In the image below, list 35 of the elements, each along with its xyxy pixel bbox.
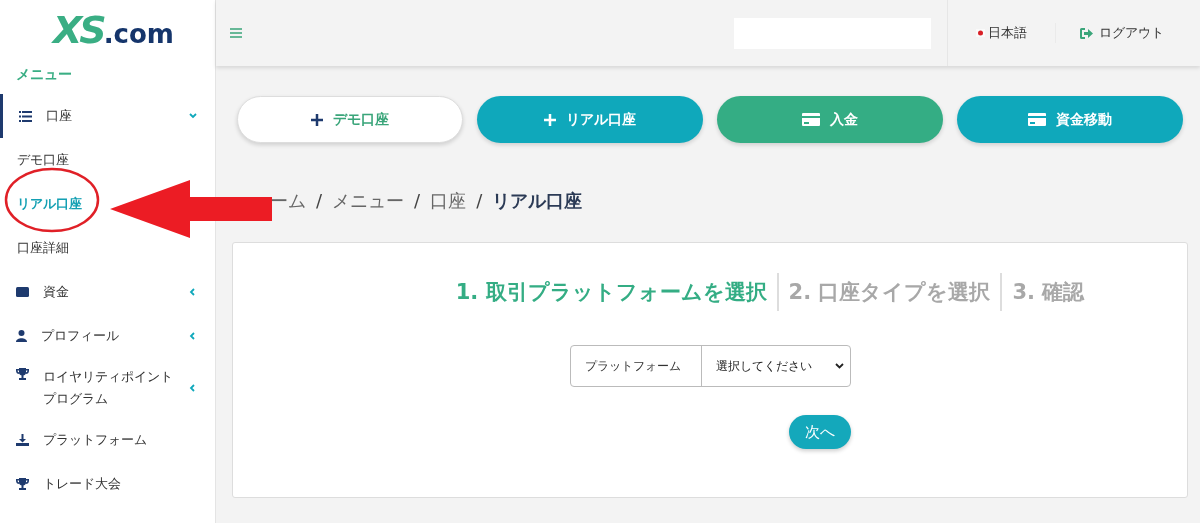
submenu-item[interactable]: デモ口座 [17,150,69,170]
breadcrumb-separator: / [476,189,483,213]
step-label: 2. 口座タイプを選択 [776,273,1001,311]
breadcrumb-link[interactable]: 口座 [430,187,467,214]
trophy-icon [16,368,29,380]
language-selector[interactable]: 日本語 [948,23,1055,43]
card-icon [1028,113,1046,126]
plus-icon [544,113,556,126]
sidebar-item[interactable]: ロイヤリティポイントプログラム [0,358,215,418]
logout-link[interactable]: ログアウト [1055,23,1200,43]
sidebar-item[interactable]: プラットフォーム [0,418,215,462]
sidebar-item[interactable]: 資金 [0,270,215,314]
logo[interactable]: XS.com [53,11,174,49]
download-icon [16,434,29,446]
step-label: 1. 取引プラットフォームを選択 [454,279,768,306]
menu-icon[interactable] [230,28,242,38]
user-icon [16,330,27,342]
plus-icon [311,113,323,126]
breadcrumb-separator: / [316,189,323,213]
sidebar-item[interactable]: プロフィール [0,314,215,358]
breadcrumb-link[interactable]: メニュー [332,187,405,214]
menu-heading: メニュー [15,65,73,84]
sign-out-icon [1080,27,1093,39]
card-icon [802,113,820,126]
breadcrumb-link[interactable]: ーム [270,187,306,214]
trophy-icon [16,478,29,490]
breadcrumb-current: リアル口座 [492,189,583,213]
sidebar-item[interactable]: 口座 [0,94,215,138]
breadcrumb-separator: / [414,189,421,213]
submenu-item[interactable]: 口座詳細 [17,238,69,258]
step-label: 3. 確認 [1000,273,1095,311]
list-icon [19,110,32,122]
sidebar-item[interactable]: トレード大会 [0,462,215,506]
wallet-icon [16,287,29,297]
flag-icon [976,29,985,37]
